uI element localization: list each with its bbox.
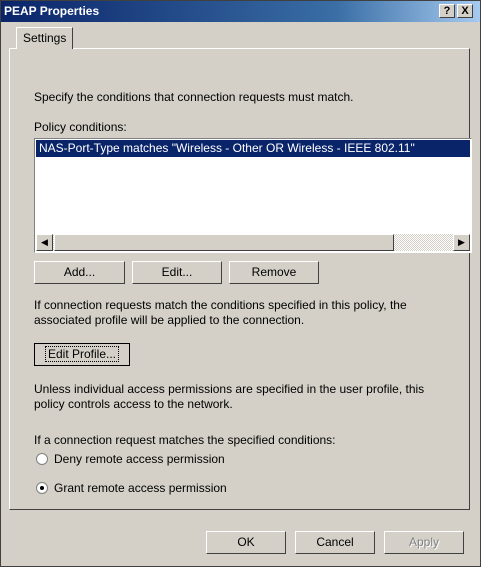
edit-profile-label: Edit Profile... (44, 346, 120, 362)
apply-button[interactable]: Apply (384, 531, 464, 554)
grant-label[interactable]: Grant remote access permission (54, 481, 227, 495)
title-bar[interactable]: PEAP Properties ? X (1, 1, 480, 22)
list-item[interactable]: NAS-Port-Type matches "Wireless - Other … (36, 140, 470, 157)
deny-label[interactable]: Deny remote access permission (54, 452, 225, 466)
ok-button[interactable]: OK (206, 531, 286, 554)
cancel-button[interactable]: Cancel (295, 531, 375, 554)
close-icon[interactable]: X (457, 4, 473, 18)
window-title: PEAP Properties (4, 4, 100, 18)
permission-note-line-2: policy controls access to the network. (34, 397, 233, 411)
remove-button[interactable]: Remove (229, 261, 319, 284)
scroll-left-icon[interactable]: ◀ (36, 234, 53, 251)
policy-conditions-list[interactable]: NAS-Port-Type matches "Wireless - Other … (34, 138, 472, 253)
match-prompt: If a connection request matches the spec… (34, 433, 336, 447)
add-button[interactable]: Add... (34, 261, 125, 284)
permission-note-line-1: Unless individual access permissions are… (34, 382, 425, 396)
grant-radio[interactable] (36, 482, 48, 494)
profile-note-line-2: associated profile will be applied to th… (34, 313, 305, 327)
intro-text: Specify the conditions that connection r… (34, 90, 354, 104)
policy-conditions-label: Policy conditions: (34, 120, 127, 134)
scroll-thumb[interactable] (54, 234, 394, 251)
tab-settings[interactable]: Settings (16, 27, 74, 49)
help-icon[interactable]: ? (439, 4, 455, 18)
horizontal-scrollbar[interactable]: ◀ ▶ (36, 234, 470, 251)
edit-button[interactable]: Edit... (132, 261, 222, 284)
profile-note-line-1: If connection requests match the conditi… (34, 298, 407, 312)
scroll-right-icon[interactable]: ▶ (453, 234, 470, 251)
edit-profile-button[interactable]: Edit Profile... (34, 343, 130, 366)
deny-radio[interactable] (36, 453, 48, 465)
peap-properties-dialog: PEAP Properties ? X Settings Specify the… (0, 0, 481, 567)
